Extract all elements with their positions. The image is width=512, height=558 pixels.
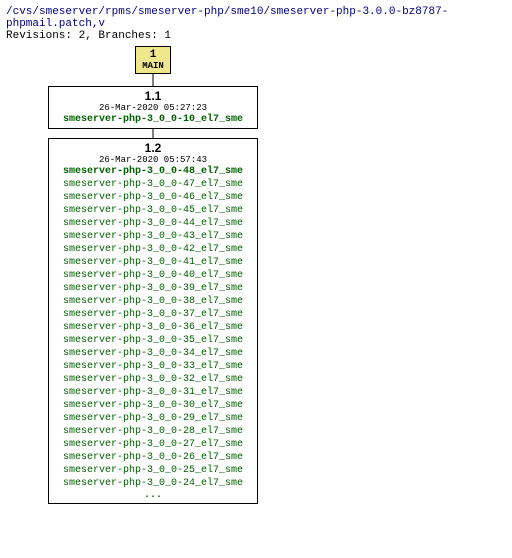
revision-tag: smeserver-php-3_0_0-26_el7_sme xyxy=(53,451,253,464)
revision-date: 26-Mar-2020 05:27:23 xyxy=(53,103,253,113)
revision-tag: smeserver-php-3_0_0-46_el7_sme xyxy=(53,191,253,204)
revision-tag: smeserver-php-3_0_0-39_el7_sme xyxy=(53,282,253,295)
revision-tag: smeserver-php-3_0_0-48_el7_sme xyxy=(53,165,253,178)
revision-tag: smeserver-php-3_0_0-35_el7_sme xyxy=(53,334,253,347)
revision-tag: smeserver-php-3_0_0-25_el7_sme xyxy=(53,464,253,477)
revision-tag: smeserver-php-3_0_0-40_el7_sme xyxy=(53,269,253,282)
revision-tag: smeserver-php-3_0_0-33_el7_sme xyxy=(53,360,253,373)
revision-tag: smeserver-php-3_0_0-32_el7_sme xyxy=(53,373,253,386)
revision-tag: smeserver-php-3_0_0-34_el7_sme xyxy=(53,347,253,360)
revision-tag: smeserver-php-3_0_0-41_el7_sme xyxy=(53,256,253,269)
revision-tag: smeserver-php-3_0_0-36_el7_sme xyxy=(53,321,253,334)
revision-number: 1.2 xyxy=(53,141,253,155)
ellipsis-icon: ... xyxy=(53,490,253,501)
revision-tag: smeserver-php-3_0_0-27_el7_sme xyxy=(53,438,253,451)
revision-tag: smeserver-php-3_0_0-29_el7_sme xyxy=(53,412,253,425)
revision-tag: smeserver-php-3_0_0-10_el7_sme xyxy=(53,113,253,126)
revisions-line: Revisions: 2, Branches: 1 xyxy=(6,30,512,42)
revision-tag: smeserver-php-3_0_0-47_el7_sme xyxy=(53,178,253,191)
revision-graph: 1 MAIN 1.1 26-Mar-2020 05:27:23 smeserve… xyxy=(4,46,508,554)
revision-date: 26-Mar-2020 05:57:43 xyxy=(53,155,253,165)
revision-tag: smeserver-php-3_0_0-43_el7_sme xyxy=(53,230,253,243)
revision-tag: smeserver-php-3_0_0-44_el7_sme xyxy=(53,217,253,230)
revision-node-1-1[interactable]: 1.1 26-Mar-2020 05:27:23 smeserver-php-3… xyxy=(48,86,258,129)
branch-node-main[interactable]: 1 MAIN xyxy=(135,46,171,74)
revision-tag: smeserver-php-3_0_0-31_el7_sme xyxy=(53,386,253,399)
file-path: /cvs/smeserver/rpms/smeserver-php/sme10/… xyxy=(6,6,512,30)
revision-tag: smeserver-php-3_0_0-42_el7_sme xyxy=(53,243,253,256)
branch-label: MAIN xyxy=(140,61,166,71)
revision-tag: smeserver-php-3_0_0-30_el7_sme xyxy=(53,399,253,412)
revision-tag: smeserver-php-3_0_0-37_el7_sme xyxy=(53,308,253,321)
revision-tag: smeserver-php-3_0_0-38_el7_sme xyxy=(53,295,253,308)
revision-tag: smeserver-php-3_0_0-45_el7_sme xyxy=(53,204,253,217)
revision-tag: smeserver-php-3_0_0-24_el7_sme xyxy=(53,477,253,490)
revision-tag: smeserver-php-3_0_0-28_el7_sme xyxy=(53,425,253,438)
revision-node-1-2[interactable]: 1.2 26-Mar-2020 05:57:43 smeserver-php-3… xyxy=(48,138,258,504)
revision-number: 1.1 xyxy=(53,89,253,103)
revision-tags-list: smeserver-php-3_0_0-48_el7_smesmeserver-… xyxy=(53,165,253,490)
branch-num: 1 xyxy=(140,49,166,61)
